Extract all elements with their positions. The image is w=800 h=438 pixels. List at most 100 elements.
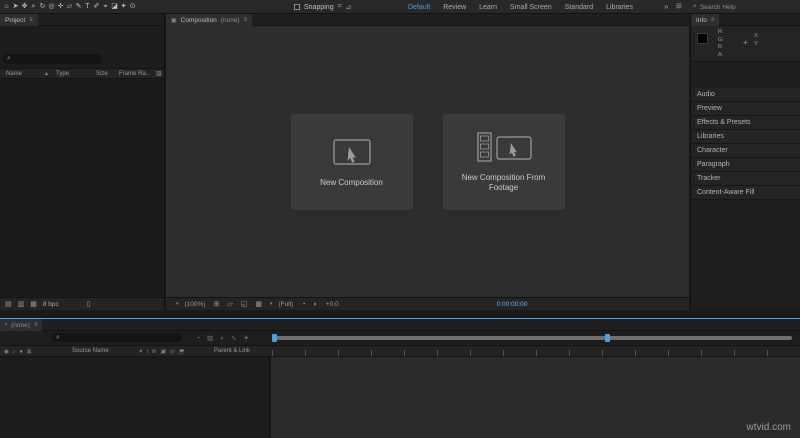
- brush-tool-icon[interactable]: ✐: [92, 0, 101, 14]
- timeline-controls: ⌕ ◔ ▥ ◗ ∿ ✦: [0, 331, 800, 345]
- panel-menu-icon[interactable]: ≡: [244, 17, 248, 23]
- snapping-checkbox[interactable]: [294, 4, 300, 10]
- chevron-down-icon: ▾: [176, 301, 179, 307]
- orbit-camera-tool-icon[interactable]: ◎: [47, 0, 56, 14]
- panel-header-preview[interactable]: Preview: [691, 102, 800, 116]
- composition-panel: ▣ Composition (none) ≡ New Composition N…: [166, 14, 689, 310]
- column-header-source-name[interactable]: Source Name: [72, 346, 109, 357]
- panel-header-audio[interactable]: Audio: [691, 88, 800, 102]
- help-search-input[interactable]: [699, 3, 780, 11]
- effects-icon[interactable]: fx: [152, 349, 156, 355]
- snapping-feature-icon[interactable]: ⌗: [338, 3, 342, 11]
- workspace-tab-default[interactable]: Default: [408, 4, 430, 11]
- new-composition-card[interactable]: New Composition: [290, 113, 413, 210]
- timeline-body: [0, 357, 800, 438]
- column-header-parent-link[interactable]: Parent & Link: [214, 346, 250, 357]
- workspace-tab-small-screen[interactable]: Small Screen: [510, 4, 552, 11]
- scrubber-start-handle[interactable]: [272, 334, 277, 342]
- pan-behind-tool-icon[interactable]: ✛: [56, 0, 65, 14]
- clone-stamp-tool-icon[interactable]: ⌖: [101, 0, 110, 14]
- preview-timecode[interactable]: 0:00:00:00: [497, 301, 528, 308]
- project-item-list[interactable]: [0, 79, 164, 297]
- pen-tool-icon[interactable]: ✎: [74, 0, 83, 14]
- project-search-input[interactable]: [13, 56, 92, 62]
- 3d-layer-icon[interactable]: ⬒: [178, 349, 183, 355]
- draft-3d-icon[interactable]: ✦: [243, 334, 248, 342]
- panel-menu-icon[interactable]: ≡: [29, 17, 33, 23]
- new-composition-icon[interactable]: ▦: [30, 300, 37, 308]
- search-icon: ⌕: [7, 55, 11, 62]
- solo-icon[interactable]: ●: [20, 349, 23, 355]
- graph-editor-icon[interactable]: ∿: [231, 334, 236, 342]
- shy-layer-icon[interactable]: ✦: [138, 349, 143, 355]
- active-camera-icon[interactable]: ◔: [301, 301, 305, 308]
- transparency-grid-icon[interactable]: ▦: [255, 300, 262, 308]
- scrubber-end-handle[interactable]: [604, 334, 610, 342]
- top-toolbar: ⌂ ➤ ✥ ⌕ ↻ ◎ ✛ ▱ ✎ T ✐ ⌖ ◪ ✦ ⊙ Snapping ⌗…: [0, 0, 800, 14]
- timeline-search[interactable]: ⌕: [52, 333, 182, 342]
- magnification-dropdown[interactable]: ▾ (100%): [176, 301, 205, 308]
- y-label: Y:: [754, 41, 759, 47]
- trash-icon[interactable]: ▯: [87, 300, 91, 308]
- exposure-icon[interactable]: ◐: [314, 301, 318, 308]
- frame-blend-icon[interactable]: ▣: [160, 349, 165, 355]
- rotation-tool-icon[interactable]: ↻: [38, 0, 47, 14]
- home-icon[interactable]: ⌂: [2, 0, 11, 14]
- selection-tool-icon[interactable]: ➤: [11, 0, 20, 14]
- panel-header-tracker[interactable]: Tracker: [691, 172, 800, 186]
- x-label: X:: [754, 33, 760, 39]
- snapping-range-icon[interactable]: ⊿: [346, 3, 352, 11]
- workspace-overflow-icon[interactable]: »: [664, 0, 668, 14]
- panel-header-character[interactable]: Character: [691, 144, 800, 158]
- panel-header-effects-presets[interactable]: Effects & Presets: [691, 116, 800, 130]
- tab-info[interactable]: Info ≡: [691, 14, 720, 26]
- panel-menu-icon[interactable]: ≡: [34, 322, 38, 328]
- timeline-ruler[interactable]: [272, 346, 800, 356]
- after-effects-window: ⌂ ➤ ✥ ⌕ ↻ ◎ ✛ ▱ ✎ T ✐ ⌖ ◪ ✦ ⊙ Snapping ⌗…: [0, 0, 800, 438]
- workspace-tab-standard[interactable]: Standard: [565, 4, 593, 11]
- tab-project[interactable]: Project ≡: [0, 14, 38, 26]
- panel-header-paragraph[interactable]: Paragraph: [691, 158, 800, 172]
- type-tool-icon[interactable]: T: [83, 0, 92, 14]
- panel-header-content-aware-fill[interactable]: Content-Aware Fill: [691, 186, 800, 200]
- collapse-transformations-icon[interactable]: \: [147, 349, 149, 355]
- resolution-dropdown[interactable]: ▾ (Full): [270, 301, 293, 308]
- workspace-tab-libraries[interactable]: Libraries: [606, 4, 633, 11]
- exposure-value[interactable]: +0.0: [326, 301, 339, 308]
- timeline-search-input[interactable]: [62, 334, 163, 341]
- project-search[interactable]: ⌕: [3, 54, 103, 64]
- resolution-value: (Full): [278, 300, 294, 308]
- quality-toggle-icon[interactable]: ◔: [196, 335, 200, 342]
- puppet-pin-tool-icon[interactable]: ⊙: [128, 0, 137, 14]
- audio-icon[interactable]: ♪: [13, 349, 16, 355]
- panel-header-libraries[interactable]: Libraries: [691, 130, 800, 144]
- project-footer: ▤ ▥ ▦ 8 bpc ▯: [0, 297, 164, 310]
- tab-composition[interactable]: ▣ Composition (none) ≡: [166, 14, 253, 26]
- new-composition-from-footage-card[interactable]: New Composition From Footage: [442, 113, 565, 210]
- roto-brush-tool-icon[interactable]: ✦: [119, 0, 128, 14]
- grid-and-guides-icon[interactable]: ⊞: [213, 300, 219, 308]
- workspace-tab-review[interactable]: Review: [443, 4, 466, 11]
- hand-tool-icon[interactable]: ✥: [20, 0, 29, 14]
- help-search[interactable]: ⌕: [690, 2, 794, 12]
- new-folder-icon[interactable]: ▥: [18, 300, 25, 308]
- interpret-footage-icon[interactable]: ▤: [5, 300, 12, 308]
- color-depth-button[interactable]: 8 bpc: [43, 301, 59, 308]
- panel-menu-icon[interactable]: ≡: [711, 17, 715, 23]
- workspace-tab-learn[interactable]: Learn: [479, 4, 497, 11]
- region-of-interest-icon[interactable]: ◱: [241, 300, 248, 308]
- motion-blur-switch-icon[interactable]: ◎: [170, 349, 175, 355]
- eraser-tool-icon[interactable]: ◪: [110, 0, 119, 14]
- mask-visibility-icon[interactable]: ▱: [227, 300, 232, 308]
- mask-shape-tool-icon[interactable]: ▱: [65, 0, 74, 14]
- timeline-zoom-scrubber[interactable]: [272, 334, 792, 342]
- panel-grid-icon[interactable]: ⊞: [676, 0, 682, 14]
- lock-icon[interactable]: ⊠: [27, 349, 32, 355]
- track-area[interactable]: [271, 357, 800, 438]
- tab-timeline-none[interactable]: ▪ (none) ≡: [0, 319, 43, 331]
- zoom-tool-icon[interactable]: ⌕: [29, 0, 38, 14]
- layer-list-area[interactable]: [0, 357, 270, 438]
- frame-blending-icon[interactable]: ▥: [207, 334, 213, 342]
- motion-blur-icon[interactable]: ◗: [220, 335, 224, 342]
- video-eye-icon[interactable]: ◉: [4, 349, 9, 355]
